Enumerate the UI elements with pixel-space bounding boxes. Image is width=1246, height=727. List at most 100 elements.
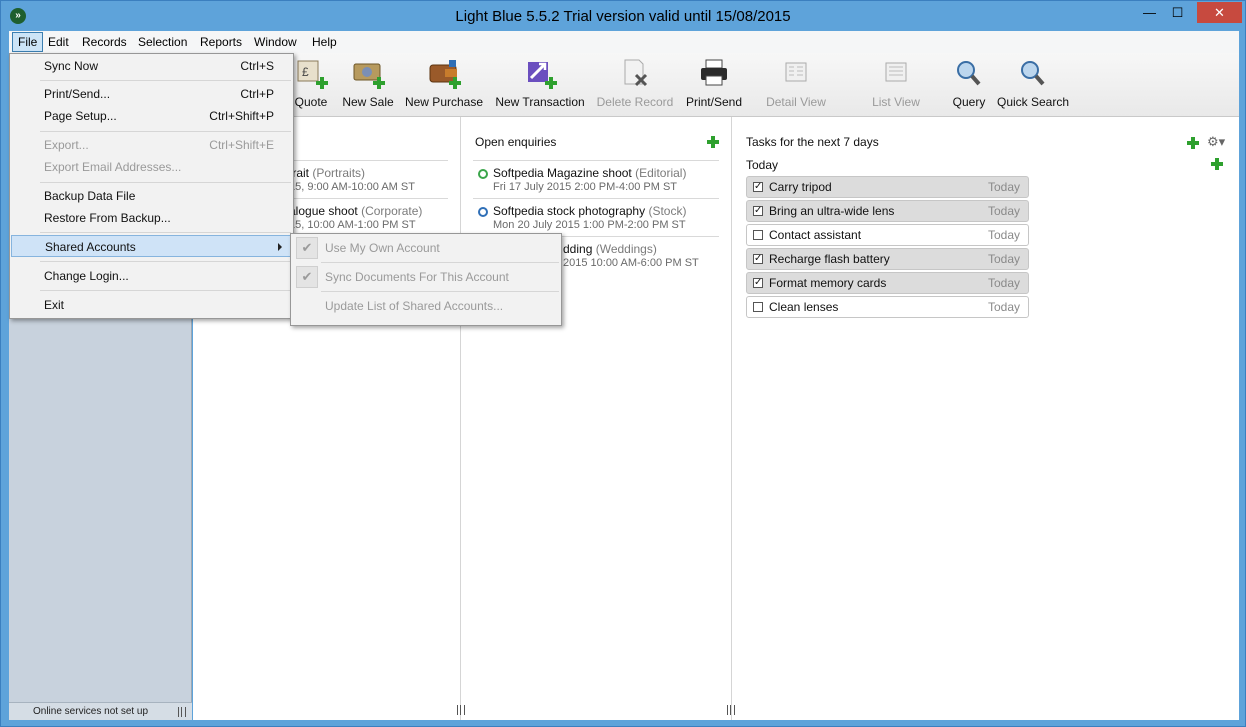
toolbar-new-transaction-label: New Transaction (495, 95, 585, 109)
menu-item-use-my-own-account[interactable]: ✔ Use My Own Account (292, 235, 560, 261)
submenu-arrow-icon (278, 243, 282, 251)
maximize-button[interactable]: ☐ (1164, 2, 1191, 23)
column-resize-grip-icon[interactable] (727, 705, 735, 715)
column-resize-grip-icon[interactable] (457, 705, 465, 715)
menu-item-export[interactable]: Export... Ctrl+Shift+E (11, 134, 292, 156)
menu-item-restore-from-backup[interactable]: Restore From Backup... (11, 207, 292, 229)
menu-records[interactable]: Records (77, 32, 132, 52)
toolbar-print-send-button[interactable]: Print/Send (683, 59, 745, 113)
menu-edit[interactable]: Edit (43, 32, 74, 52)
toolbar-new-sale-button[interactable]: New Sale (341, 59, 395, 113)
toolbar-quote-button[interactable]: £ Quote (287, 59, 335, 113)
menu-item-sync-documents[interactable]: ✔ Sync Documents For This Account (292, 264, 560, 290)
task-row[interactable]: ✓ Format memory cards Today (746, 272, 1029, 294)
delete-record-icon (620, 59, 650, 87)
menu-separator (40, 80, 291, 81)
toolbar-quick-search-button[interactable]: Quick Search (997, 59, 1069, 113)
list-view-icon (881, 59, 911, 87)
menu-item-update-shared-accounts[interactable]: Update List of Shared Accounts... (292, 293, 560, 319)
task-due: Today (987, 204, 1020, 218)
toolbar-query-button[interactable]: Query (947, 59, 991, 113)
task-row[interactable]: ✓ Recharge flash battery Today (746, 248, 1029, 270)
task-due: Today (987, 228, 1020, 242)
resize-grip-icon[interactable] (178, 707, 186, 717)
add-icon (1211, 158, 1223, 170)
menu-separator (40, 261, 291, 262)
toolbar-new-purchase-button[interactable]: New Purchase (404, 59, 484, 113)
menu-file[interactable]: File (12, 32, 44, 52)
enquiry-item[interactable]: dding (Weddings) (563, 242, 657, 256)
task-label: Recharge flash battery (769, 252, 890, 266)
appointment-date: 15, 10:00 AM-1:00 PM ST (289, 219, 416, 231)
menu-separator (40, 131, 291, 132)
menu-separator (40, 232, 291, 233)
enquiry-category: (Weddings) (595, 242, 657, 256)
enquiry-item[interactable]: Softpedia Magazine shoot (Editorial) (493, 166, 686, 180)
task-checkbox[interactable]: ✓ (753, 206, 763, 216)
new-purchase-icon (429, 59, 461, 89)
file-menu-dropdown: Sync Now Ctrl+S Print/Send... Ctrl+P Page … (9, 53, 294, 319)
toolbar-new-transaction-button[interactable]: New Transaction (493, 59, 587, 113)
menu-item-print-send[interactable]: Print/Send... Ctrl+P (11, 83, 292, 105)
menu-item-backup-data-file[interactable]: Backup Data File (11, 185, 292, 207)
add-icon (707, 136, 719, 148)
menu-item-sync-now[interactable]: Sync Now Ctrl+S (11, 55, 292, 77)
appointment-item[interactable]: alogue shoot (Corporate) (289, 204, 422, 218)
title-bar: » Light Blue 5.5.2 Trial version valid u… (1, 1, 1245, 31)
menu-reports[interactable]: Reports (195, 32, 247, 52)
menu-item-page-setup[interactable]: Page Setup... Ctrl+Shift+P (11, 105, 292, 127)
enquiry-category: (Stock) (648, 204, 687, 218)
task-checkbox[interactable]: ✓ (753, 254, 763, 264)
menu-help[interactable]: Help (307, 32, 342, 52)
app-window: » Light Blue 5.5.2 Trial version valid u… (0, 0, 1246, 727)
task-label: Format memory cards (769, 276, 887, 290)
add-task-button[interactable] (1187, 137, 1199, 149)
menu-separator (321, 291, 559, 292)
task-checkbox[interactable] (753, 302, 763, 312)
column-divider[interactable] (460, 117, 461, 720)
checkmark-icon: ✔ (296, 266, 318, 288)
minimize-button[interactable]: — (1135, 2, 1164, 23)
quote-icon: £ (296, 59, 328, 89)
toolbar-delete-record-button[interactable]: Delete Record (596, 59, 674, 113)
enquiry-title: Softpedia Magazine shoot (493, 166, 632, 180)
menu-item-export-email-addresses[interactable]: Export Email Addresses... (11, 156, 292, 178)
magnifier-icon (954, 59, 984, 87)
task-checkbox[interactable]: ✓ (753, 182, 763, 192)
menu-item-shared-accounts[interactable]: Shared Accounts (11, 235, 292, 257)
enquiry-item[interactable]: Softpedia stock photography (Stock) (493, 204, 686, 218)
toolbar-new-purchase-label: New Purchase (404, 95, 484, 109)
task-row[interactable]: ✓ Bring an ultra-wide lens Today (746, 200, 1029, 222)
separator (473, 198, 719, 199)
task-row[interactable]: Contact assistant Today (746, 224, 1029, 246)
menu-window[interactable]: Window (249, 32, 302, 52)
task-checkbox[interactable]: ✓ (753, 278, 763, 288)
add-enquiry-button[interactable] (707, 136, 719, 148)
menu-selection[interactable]: Selection (133, 32, 192, 52)
task-due: Today (987, 300, 1020, 314)
appointment-item[interactable]: trait (Portraits) (289, 166, 365, 180)
enquiry-title: Softpedia stock photography (493, 204, 646, 218)
tasks-group-today: Today (746, 158, 779, 172)
enquiry-date: Fri 17 July 2015 2:00 PM-4:00 PM ST (493, 181, 678, 193)
status-dot-icon (478, 169, 488, 179)
task-label: Clean lenses (769, 300, 839, 314)
column-divider[interactable] (731, 117, 732, 720)
task-row[interactable]: Clean lenses Today (746, 296, 1029, 318)
shared-accounts-submenu: ✔ Use My Own Account ✔ Sync Documents For … (290, 233, 562, 326)
menu-bar: File Edit Records Selection Reports Wind… (9, 31, 1239, 53)
task-row[interactable]: ✓ Carry tripod Today (746, 176, 1029, 198)
task-checkbox[interactable] (753, 230, 763, 240)
toolbar-detail-view-button[interactable]: Detail View (764, 59, 828, 113)
task-due: Today (987, 252, 1020, 266)
settings-gear-icon[interactable]: ⚙▾ (1207, 134, 1229, 150)
toolbar-list-view-button[interactable]: List View (869, 59, 923, 113)
open-enquiries-title: Open enquiries (475, 135, 557, 149)
add-today-task-button[interactable] (1211, 158, 1223, 170)
close-button[interactable]: ✕ (1197, 2, 1242, 23)
enquiry-category: (Editorial) (635, 166, 687, 180)
menu-separator (40, 290, 291, 291)
toolbar-list-view-label: List View (872, 95, 920, 109)
menu-item-change-login[interactable]: Change Login... (11, 265, 292, 287)
menu-item-exit[interactable]: Exit (11, 294, 292, 316)
